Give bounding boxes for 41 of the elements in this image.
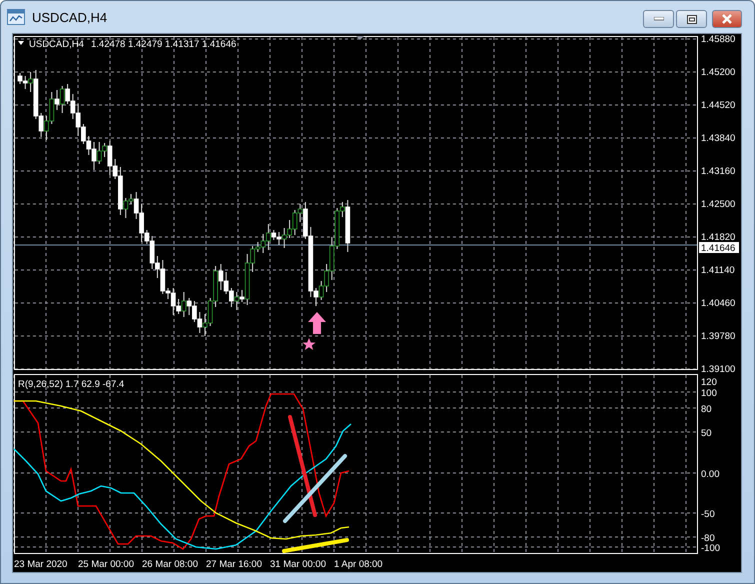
indicator-axis-label: 120 [701,377,717,388]
window-title: USDCAD,H4 [32,10,108,24]
time-axis-label: 31 Mar 00:00 [270,559,326,570]
indicator-axis-label: 80 [701,404,712,415]
minimize-icon [654,17,664,21]
price-axis-label: 1.39780 [701,331,736,342]
maximize-icon [686,14,696,24]
indicator-axis-label: 0.00 [701,469,720,480]
time-axis-label: 25 Mar 00:00 [78,559,134,570]
indicator-label: R(9,26,52) 1.7 62.9 -67.4 [18,379,124,390]
time-axis-label: 23 Mar 2020 [14,559,68,570]
ohlc-values: 1.42478 1.42479 1.41317 1.41646 [91,39,236,50]
price-axis-label: 1.45880 [701,34,736,45]
maximize-button[interactable] [676,10,707,28]
chart-window-icon [7,9,25,25]
dropdown-triangle-icon [18,41,24,45]
close-button[interactable] [712,10,742,28]
indicator-axis-label: 50 [701,428,712,439]
price-axis-label: 1.45200 [701,67,736,78]
price-axis-label: 1.43160 [701,166,736,177]
minimize-button[interactable] [643,10,674,28]
time-axis-label: 26 Mar 08:00 [142,559,198,570]
time-axis-label: 27 Mar 16:00 [206,559,262,570]
indicator-axis-label: -80 [701,533,715,544]
indicator-axis-label: -100 [701,543,720,554]
price-axis-label: 1.41140 [701,265,735,276]
price-axis-label: 1.44520 [701,100,736,111]
indicator-axis-label: -50 [701,509,715,520]
price-axis-label: 1.42500 [701,199,736,210]
price-axis-label: 1.40460 [701,298,736,309]
indicator-axis-label: 100 [701,388,717,399]
time-axis-label: 1 Apr 08:00 [334,559,383,570]
star-icon [302,338,316,350]
price-axis-label: 1.43840 [701,133,736,144]
trend-line [282,538,349,553]
price-axis-label: 1.39100 [701,364,736,375]
current-price-label: 1.41646 [699,242,739,254]
close-icon [721,14,733,24]
chart-symbol: USDCAD,H4 [29,39,84,50]
up-arrow-icon [308,312,326,334]
price-axis-label: 1.41820 [701,232,736,243]
